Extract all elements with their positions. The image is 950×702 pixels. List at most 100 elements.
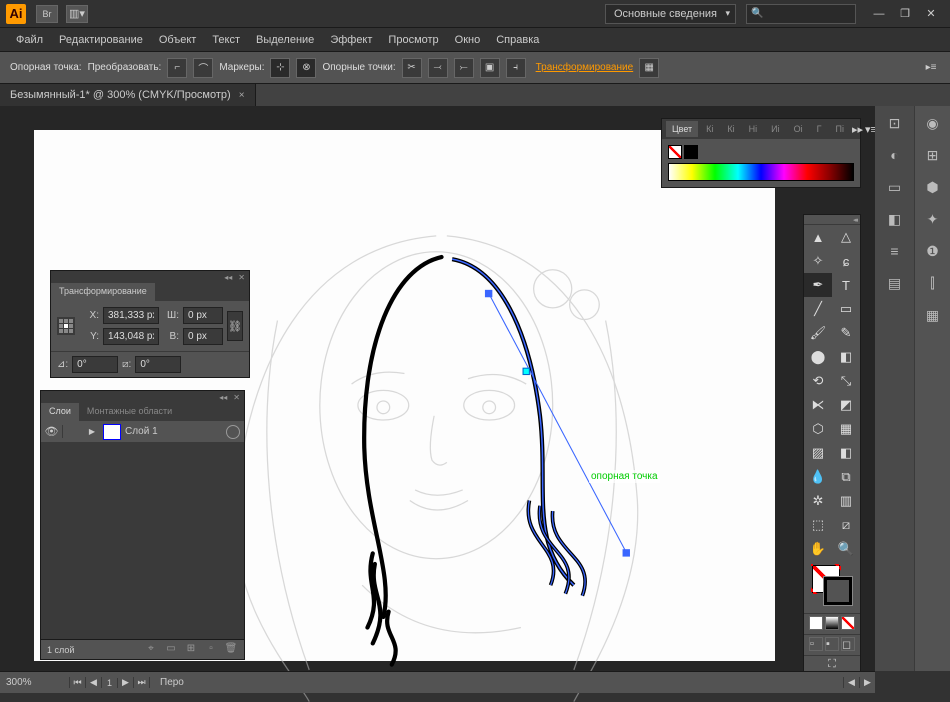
menu-text[interactable]: Текст xyxy=(204,30,248,50)
locate-layer-icon[interactable]: ⌖ xyxy=(144,643,158,657)
paintbrush-tool-icon[interactable]: 🖌 xyxy=(804,321,832,345)
zoom-tool-icon[interactable]: 🔍 xyxy=(832,537,860,561)
reference-point-grid[interactable] xyxy=(57,317,75,335)
mesh-tool-icon[interactable]: ▨ xyxy=(804,441,832,465)
graph-tool-icon[interactable]: ▥ xyxy=(832,489,860,513)
dock-icon[interactable]: ▤ xyxy=(880,268,910,298)
reference-point-icon[interactable]: ▦ xyxy=(639,58,659,78)
menu-window[interactable]: Окно xyxy=(447,30,489,50)
link-wh-icon[interactable]: ⛓ xyxy=(227,311,243,341)
stroke-swatch[interactable] xyxy=(824,577,852,605)
color-mode-icon[interactable] xyxy=(809,616,823,630)
direct-selection-tool-icon[interactable]: △ xyxy=(832,225,860,249)
menu-file[interactable]: Файл xyxy=(8,30,51,50)
x-input[interactable] xyxy=(103,307,159,324)
line-tool-icon[interactable]: ╱ xyxy=(804,297,832,321)
eyedropper-tool-icon[interactable]: 💧 xyxy=(804,465,832,489)
dock-icon[interactable]: ✦ xyxy=(918,204,948,234)
pen-tool-icon[interactable]: ✒ xyxy=(804,273,832,297)
panel-close-icon[interactable]: ✕ xyxy=(233,393,240,402)
shear-input[interactable] xyxy=(135,356,181,373)
artboard-tool-icon[interactable]: ⬚ xyxy=(804,513,832,537)
gradient-tool-icon[interactable]: ◧ xyxy=(832,441,860,465)
rotate-tool-icon[interactable]: ⟲ xyxy=(804,369,832,393)
panel-collapse-icon[interactable]: ▸▸ xyxy=(852,123,863,136)
convert-corner-icon[interactable]: ⌐ xyxy=(167,58,187,78)
blend-tool-icon[interactable]: ⧉ xyxy=(832,465,860,489)
angle-input[interactable] xyxy=(72,356,118,373)
magic-wand-tool-icon[interactable]: ✧ xyxy=(804,249,832,273)
new-sublayer-icon[interactable]: ⊞ xyxy=(184,643,198,657)
scroll-left-icon[interactable]: ◀ xyxy=(843,677,859,688)
convert-smooth-icon[interactable]: ⌒ xyxy=(193,58,213,78)
minimize-button[interactable]: — xyxy=(866,5,892,23)
gradient-mode-icon[interactable] xyxy=(825,616,839,630)
delete-layer-icon[interactable]: 🗑 xyxy=(224,643,238,657)
hand-tool-icon[interactable]: ✋ xyxy=(804,537,832,561)
draw-inside-icon[interactable]: ◻ xyxy=(841,637,855,651)
draw-behind-icon[interactable]: ▪ xyxy=(825,637,839,651)
menu-select[interactable]: Выделение xyxy=(248,30,322,50)
remove-anchor-icon[interactable]: ✂ xyxy=(402,58,422,78)
maximize-button[interactable]: ❐ xyxy=(892,5,918,23)
artboard-next-icon[interactable]: ▶ xyxy=(118,677,134,688)
dock-icon[interactable]: ▭ xyxy=(880,172,910,202)
tab-5[interactable]: Иі xyxy=(765,121,785,137)
width-tool-icon[interactable]: ⧔ xyxy=(804,393,832,417)
cut-path-icon[interactable]: ⤚ xyxy=(454,58,474,78)
isolate-icon[interactable]: ▣ xyxy=(480,58,500,78)
tab-artboards[interactable]: Монтажные области xyxy=(79,403,180,421)
zoom-level[interactable]: 300% xyxy=(0,677,70,688)
scale-tool-icon[interactable]: ⤡ xyxy=(832,369,860,393)
close-tab-icon[interactable]: × xyxy=(239,90,245,101)
align-icon[interactable]: ⫞ xyxy=(506,58,526,78)
dock-icon[interactable]: ▦ xyxy=(918,300,948,330)
tab-8[interactable]: Пі xyxy=(830,121,850,137)
artboard-next-last-icon[interactable]: ⏭ xyxy=(134,677,150,688)
new-layer-icon[interactable]: ▫ xyxy=(204,643,218,657)
dock-icon[interactable]: ◧ xyxy=(880,204,910,234)
expand-layer-icon[interactable]: ▶ xyxy=(85,427,99,436)
lasso-tool-icon[interactable]: ɕ xyxy=(832,249,860,273)
color-spectrum[interactable] xyxy=(668,163,854,181)
tab-2[interactable]: Кі xyxy=(700,121,719,137)
layer-row[interactable]: 👁 ▶ Слой 1 xyxy=(41,421,244,443)
search-input[interactable] xyxy=(746,4,856,24)
connect-anchor-icon[interactable]: ⤙ xyxy=(428,58,448,78)
artboard-prev-first-icon[interactable]: ⏮ xyxy=(70,677,86,688)
dock-icon[interactable]: ❶ xyxy=(918,236,948,266)
show-handles-icon[interactable]: ⊹ xyxy=(270,58,290,78)
menu-effect[interactable]: Эффект xyxy=(322,30,380,50)
menu-edit[interactable]: Редактирование xyxy=(51,30,151,50)
stroke-black-swatch[interactable] xyxy=(684,145,698,159)
fill-stroke-swatches[interactable] xyxy=(804,561,860,611)
visibility-toggle-icon[interactable]: 👁 xyxy=(41,425,63,438)
menu-view[interactable]: Просмотр xyxy=(380,30,446,50)
tab-layers[interactable]: Слои xyxy=(41,403,79,421)
tab-4[interactable]: Ні xyxy=(743,121,764,137)
dock-icon[interactable]: ◐ xyxy=(880,140,910,170)
panel-collapse-icon[interactable]: ◂◂ xyxy=(219,393,227,402)
blob-brush-tool-icon[interactable]: ⬤ xyxy=(804,345,832,369)
dock-icon[interactable]: ⊡ xyxy=(880,108,910,138)
document-tab[interactable]: Безымянный-1* @ 300% (CMYK/Просмотр) × xyxy=(0,84,256,106)
hide-handles-icon[interactable]: ⊗ xyxy=(296,58,316,78)
y-input[interactable] xyxy=(103,328,159,345)
menu-help[interactable]: Справка xyxy=(488,30,547,50)
tab-7[interactable]: Г xyxy=(811,121,828,137)
dock-icon[interactable]: ⫿ xyxy=(918,268,948,298)
close-button[interactable]: ✕ xyxy=(918,5,944,23)
rectangle-tool-icon[interactable]: ▭ xyxy=(832,297,860,321)
tab-6[interactable]: Оі xyxy=(788,121,809,137)
tab-transform[interactable]: Трансформирование xyxy=(51,283,155,301)
tab-color[interactable]: Цвет xyxy=(666,121,698,137)
artboard-number[interactable]: 1 xyxy=(102,678,118,688)
bridge-button[interactable]: Br xyxy=(36,5,58,23)
screen-mode-icon[interactable]: ⛶ xyxy=(808,658,856,672)
layout-dropdown[interactable]: ▥▾ xyxy=(66,5,88,23)
symbol-sprayer-tool-icon[interactable]: ✲ xyxy=(804,489,832,513)
free-transform-tool-icon[interactable]: ◩ xyxy=(832,393,860,417)
none-mode-icon[interactable] xyxy=(841,616,855,630)
transform-link[interactable]: Трансформирование xyxy=(536,62,634,73)
layer-name[interactable]: Слой 1 xyxy=(125,426,226,437)
